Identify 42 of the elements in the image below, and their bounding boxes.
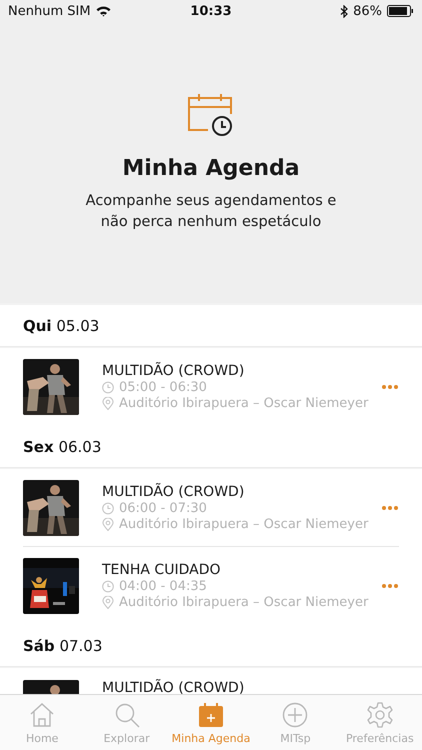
clock-icon [102,502,114,515]
day-header: Sáb 07.03 [0,625,422,667]
more-options-icon[interactable] [381,384,399,390]
event-row[interactable]: MULTIDÃO (CROWD) 06:00 - 07:30 Auditório Ibirapuera – Oscar Niemeyer [0,469,422,547]
clock-icon [102,381,114,394]
day-header: Qui 05.03 [0,305,422,347]
carrier-label: Nenhum SIM [8,4,91,18]
event-row[interactable]: TENHA CUIDADO 04:00 - 04:35 Auditório Ibirapuera – Oscar Niemeyer [0,547,422,625]
more-options-icon[interactable] [381,505,399,511]
wifi-icon [96,6,111,16]
event-title: MULTIDÃO (CROWD) [102,363,246,379]
tab-item[interactable]: Home [0,695,84,750]
tab-item[interactable]: Minha Agenda [168,695,254,750]
event-venue: Auditório Ibirapuera – Oscar Niemeyer [119,595,368,610]
event-title: MULTIDÃO (CROWD) [102,484,246,500]
battery-icon [386,5,414,17]
event-venue: Auditório Ibirapuera – Oscar Niemeyer [119,396,368,411]
more-options-icon[interactable] [381,583,399,589]
event-row[interactable]: MULTIDÃO (CROWD) 05:00 - 06:30 Auditório Ibirapuera – Oscar Niemeyer [0,348,422,426]
tab-item[interactable]: MITsp [253,695,338,750]
event-time: 06:00 - 07:30 [119,501,207,516]
page-title: Minha Agenda [122,156,300,181]
battery-percent: 86% [353,4,382,18]
location-pin-icon [102,397,114,410]
location-pin-icon [102,596,114,609]
tab-item[interactable]: Explorar [84,695,169,750]
plus-circle-icon [281,700,310,728]
event-time: 05:00 - 06:30 [119,380,207,395]
clock-icon [102,580,114,593]
event-row[interactable]: MULTIDÃO (CROWD) [0,668,422,694]
event-time: 04:00 - 04:35 [119,579,207,594]
page-subtitle: Acompanhe seus agendamentos e não perca nenhum espetáculo [84,192,338,232]
event-title: TENHA CUIDADO [102,562,222,578]
bluetooth-icon [340,4,348,18]
calendar-plus-icon [197,700,226,728]
day-header: Sex 06.03 [0,426,422,468]
clock-time: 10:33 [190,4,232,18]
location-pin-icon [102,518,114,531]
settings-icon [366,700,394,728]
event-venue: Auditório Ibirapuera – Oscar Niemeyer [119,517,368,532]
event-title: MULTIDÃO (CROWD) [102,680,246,694]
tab-item[interactable]: Preferências [338,695,422,750]
